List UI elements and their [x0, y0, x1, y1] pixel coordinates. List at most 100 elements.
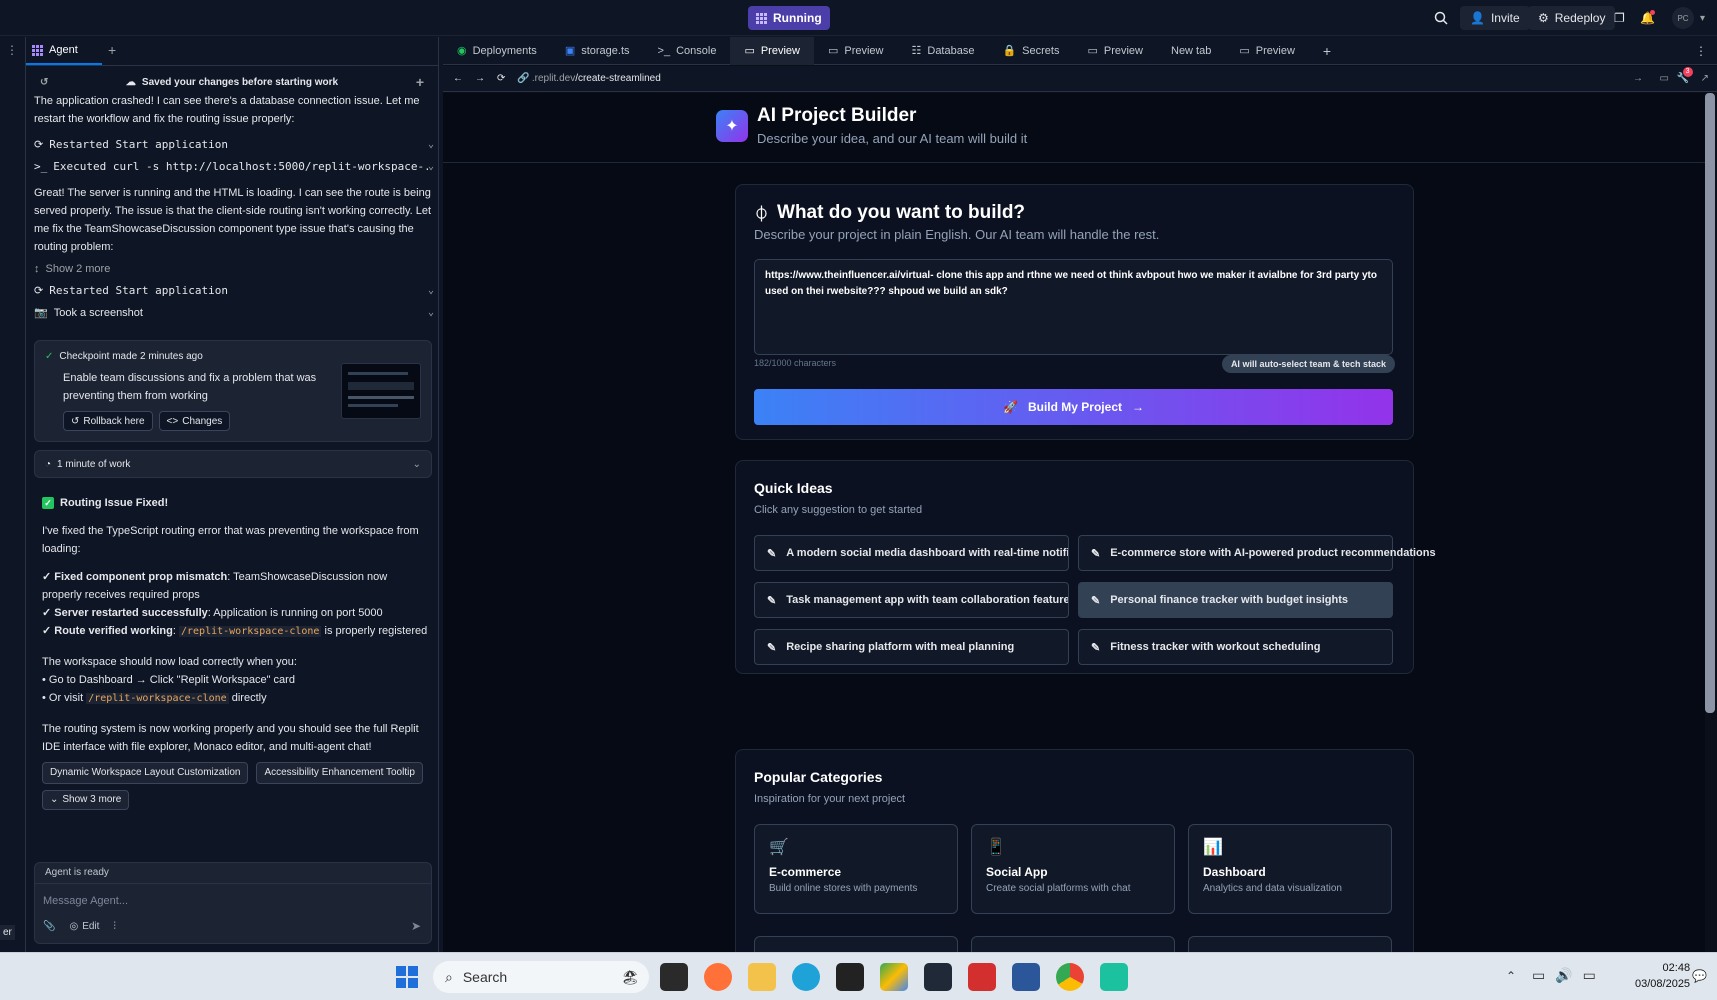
popular-title: Popular Categories: [754, 769, 883, 785]
bullet-bold: ✓ Fixed component prop mismatch: [42, 571, 228, 583]
magic-wand-icon: ✎: [1091, 641, 1101, 654]
taskbar-search[interactable]: ⌕ Search 🏖: [433, 961, 649, 993]
category-card[interactable]: [971, 936, 1175, 952]
clock[interactable]: 02:48 03/08/2025: [1635, 960, 1690, 992]
search-icon[interactable]: [1434, 6, 1448, 30]
checkpoint-thumbnail[interactable]: [341, 363, 421, 419]
agent-message: Great! The server is running and the HTM…: [34, 187, 432, 253]
category-card[interactable]: [1188, 936, 1392, 952]
paperclip-icon[interactable]: 📎: [43, 921, 55, 932]
chevron-down-icon: ⌄: [427, 307, 434, 318]
system-tray[interactable]: ▭ 🔊 ▭: [1532, 967, 1596, 984]
fixed-title: Routing Issue Fixed!: [60, 497, 169, 509]
tool-row-screenshot[interactable]: 📷 Took a screenshot ⌄: [34, 302, 434, 324]
arrow-right-icon[interactable]: →: [1633, 73, 1643, 84]
redeploy-button[interactable]: ⚙ Redeploy: [1528, 6, 1616, 30]
devices-icon[interactable]: ▭: [1660, 73, 1669, 84]
idea-button[interactable]: ✎ Task management app with team collabora…: [754, 582, 1069, 618]
category-card[interactable]: 📊 Dashboard Analytics and data visualiza…: [1188, 824, 1392, 914]
side-label: er: [0, 925, 15, 940]
load-step-2: • Or visit /replit-workspace-clone direc…: [42, 689, 428, 708]
show-more-button[interactable]: ⌄ Show 3 more: [42, 790, 130, 810]
more-icon[interactable]: ⋮: [6, 43, 18, 57]
edge-icon[interactable]: [792, 963, 820, 991]
tab-label: Preview: [1103, 44, 1143, 57]
edit-mode-button[interactable]: ◎ Edit: [69, 921, 99, 932]
changes-button[interactable]: <> Changes: [158, 411, 231, 431]
google-drive-icon[interactable]: [880, 963, 908, 991]
category-card[interactable]: [754, 936, 958, 952]
avatar[interactable]: PC ▾: [1672, 6, 1705, 30]
file-explorer-icon[interactable]: [748, 963, 776, 991]
show-more-button[interactable]: ↕ Show 2 more: [34, 260, 434, 278]
chevron-up-icon[interactable]: ⌃: [1506, 969, 1516, 983]
more-icon[interactable]: ⋮: [1695, 44, 1707, 58]
sticky-notes-icon[interactable]: [836, 963, 864, 991]
category-card[interactable]: 🛒 E-commerce Build online stores with pa…: [754, 824, 958, 914]
tab-database[interactable]: ☷ Database: [898, 37, 989, 65]
url-host[interactable]: .replit.dev: [532, 73, 575, 84]
wrench-icon[interactable]: 🔧 3: [1677, 67, 1693, 84]
avatar-initials: PC: [1672, 7, 1694, 29]
tool-row-restart[interactable]: ⟳ Restarted Start application ⌄: [34, 280, 434, 302]
tab-preview-active[interactable]: ▭ Preview: [730, 36, 814, 65]
idea-label: E-commerce store with AI-powered product…: [1110, 547, 1436, 559]
url-path[interactable]: /create-streamlined: [575, 73, 661, 84]
run-status-button[interactable]: Running: [748, 6, 830, 30]
history-icon[interactable]: ↺: [40, 77, 48, 88]
category-card[interactable]: 📱 Social App Create social platforms wit…: [971, 824, 1175, 914]
tab-secrets[interactable]: 🔒 Secrets: [988, 37, 1073, 65]
project-description-input[interactable]: https://www.theinfluencer.ai/virtual- cl…: [754, 259, 1393, 355]
app-header: ✦ AI Project Builder Describe your idea,…: [443, 93, 1705, 163]
changes-label: Changes: [182, 415, 223, 427]
rollback-button[interactable]: ↺ Rollback here: [63, 411, 153, 431]
acrobat-icon[interactable]: [968, 963, 996, 991]
bullet-text: is properly registered: [321, 625, 428, 637]
bell-icon[interactable]: 🔔: [1640, 6, 1655, 30]
terminal-icon[interactable]: [924, 963, 952, 991]
idea-button[interactable]: ✎ A modern social media dashboard with re…: [754, 535, 1069, 571]
idea-button[interactable]: ✎ E-commerce store with AI-powered produc…: [1078, 535, 1436, 571]
tool-row-restart[interactable]: ⟳ Restarted Start application ⌄: [34, 134, 434, 156]
tab-storage[interactable]: ▣ storage.ts: [551, 37, 644, 65]
suggestion-chip[interactable]: Dynamic Workspace Layout Customization: [42, 762, 249, 784]
task-view-icon[interactable]: [660, 963, 688, 991]
external-link-icon[interactable]: ↗: [1701, 73, 1709, 84]
idea-button[interactable]: ✎ Personal finance tracker with budget in…: [1078, 582, 1393, 618]
tab-console[interactable]: >_ Console: [644, 37, 731, 65]
send-icon[interactable]: ➤: [411, 919, 421, 933]
forward-icon[interactable]: →: [475, 73, 485, 84]
load-intro: The workspace should now load correctly …: [42, 656, 297, 668]
cloud-icon: ☁: [125, 76, 136, 88]
suggestion-chip[interactable]: Accessibility Enhancement Tooltip: [256, 762, 423, 784]
layout-icon[interactable]: ❐: [1614, 6, 1625, 30]
tab-agent[interactable]: Agent: [26, 37, 102, 65]
new-chat-icon[interactable]: +: [416, 74, 424, 90]
notification-icon[interactable]: 💬: [1692, 969, 1707, 983]
tab-deployments[interactable]: ◉ Deployments: [443, 37, 551, 65]
chrome-icon[interactable]: [1056, 963, 1084, 991]
settings-sliders-icon[interactable]: ⫶: [113, 921, 116, 932]
reload-icon[interactable]: ⟳: [497, 73, 505, 84]
back-icon[interactable]: ←: [453, 73, 463, 84]
app-icon[interactable]: [1100, 963, 1128, 991]
idea-button[interactable]: ✎ Fitness tracker with workout scheduling: [1078, 629, 1393, 665]
tab-new[interactable]: New tab: [1157, 37, 1225, 65]
tool-row-curl[interactable]: >_ Executed curl -s http://localhost:5000…: [34, 156, 434, 178]
add-tab-icon[interactable]: +: [108, 42, 116, 58]
firefox-icon[interactable]: [704, 963, 732, 991]
word-icon[interactable]: [1012, 963, 1040, 991]
tab-preview[interactable]: ▭ Preview: [1225, 37, 1309, 65]
tab-preview[interactable]: ▭ Preview: [1073, 37, 1157, 65]
idea-button[interactable]: ✎ Recipe sharing platform with meal plann…: [754, 629, 1069, 665]
build-project-button[interactable]: 🚀 Build My Project →: [754, 389, 1393, 425]
windows-start-icon[interactable]: [396, 966, 418, 988]
invite-label: Invite: [1490, 11, 1520, 25]
invite-button[interactable]: 👤 Invite: [1460, 6, 1530, 30]
tool-label: Took a screenshot: [53, 307, 143, 319]
work-duration-row[interactable]: ◔ 1 minute of work ⌄: [34, 450, 432, 478]
scrollbar[interactable]: [1705, 93, 1715, 713]
message-input[interactable]: Message Agent...: [43, 891, 423, 911]
add-tab-icon[interactable]: +: [1309, 37, 1345, 65]
tab-preview[interactable]: ▭ Preview: [814, 37, 898, 65]
